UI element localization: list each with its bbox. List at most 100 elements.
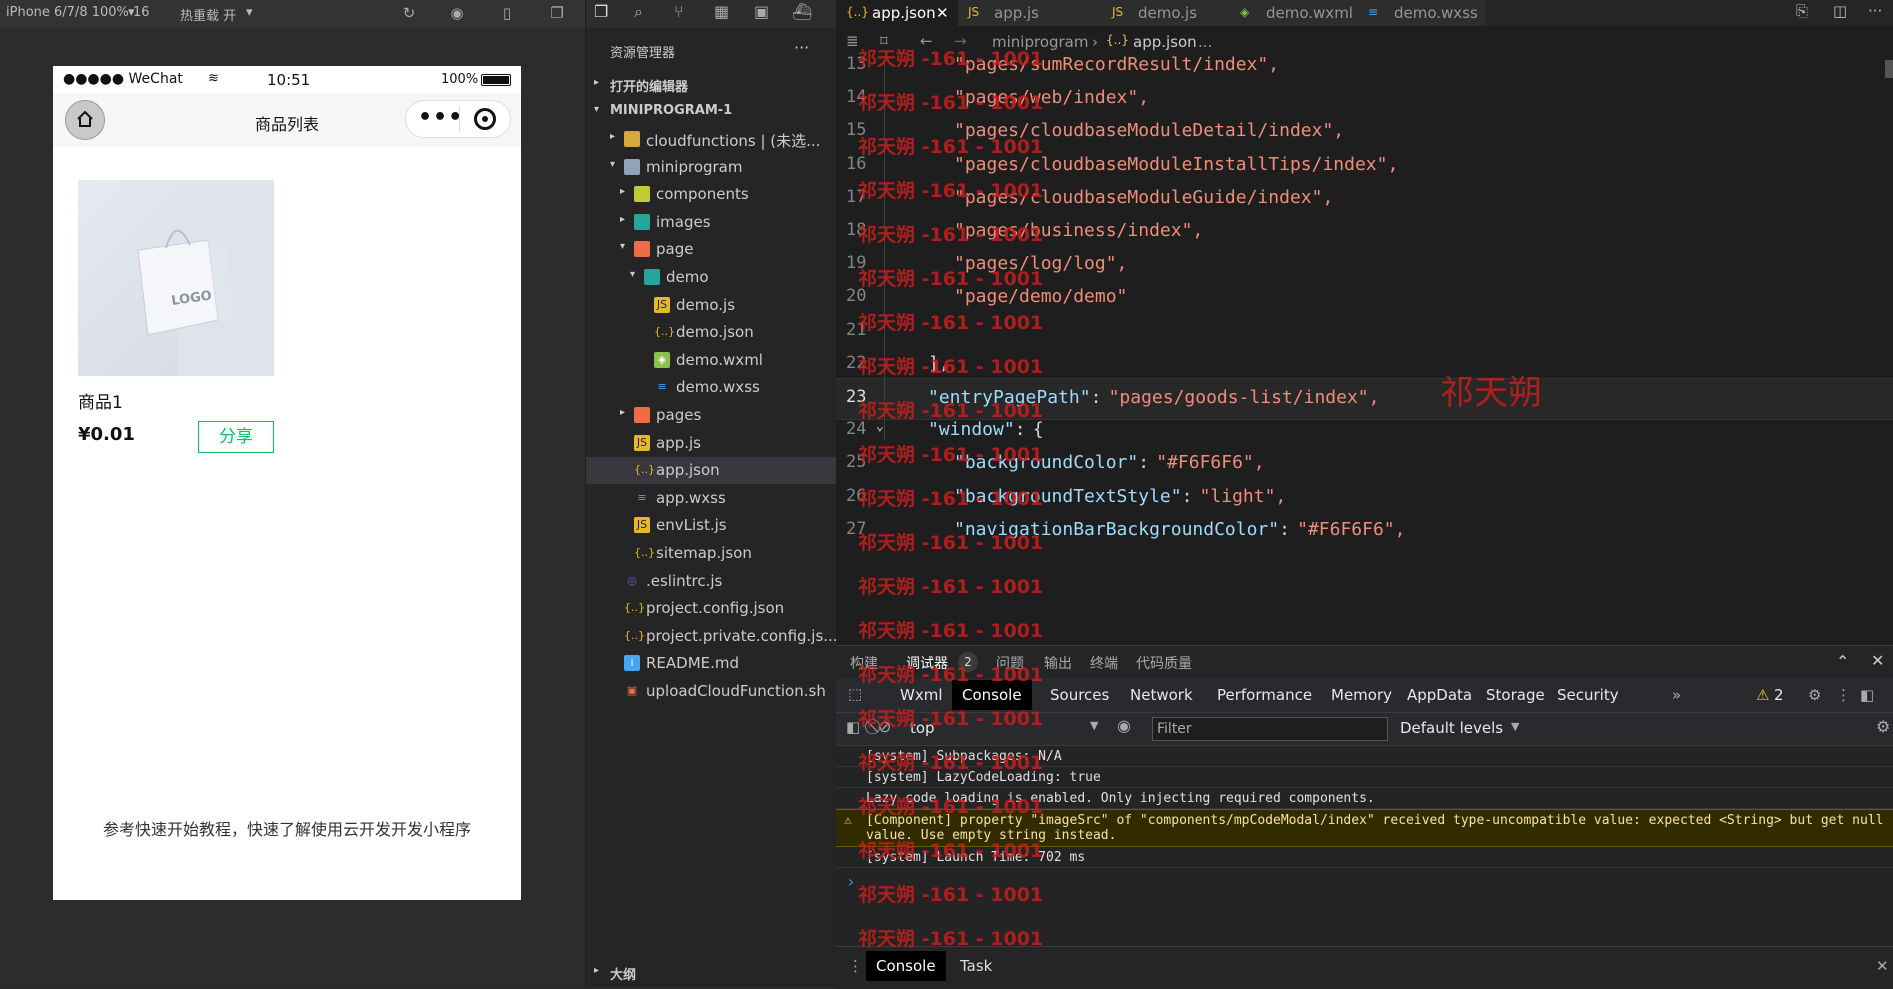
debug-tab[interactable]: 代码质量 (1136, 653, 1192, 673)
device-dropdown-icon[interactable]: ▾ (128, 5, 135, 20)
devtools-tab[interactable]: Security (1557, 686, 1619, 704)
drawer-tab[interactable]: Console (866, 951, 946, 981)
context-dropdown-icon[interactable]: ▼ (1090, 719, 1098, 732)
debug-tab[interactable]: 问题 (996, 653, 1024, 673)
debug-tab[interactable]: 终端 (1090, 653, 1118, 673)
files-icon[interactable]: ❐ (594, 2, 608, 21)
console-prompt[interactable]: › (846, 872, 856, 891)
git-branch-icon[interactable]: ⑂ (674, 2, 684, 21)
cloud-icon[interactable]: ▣ (754, 2, 769, 21)
product-image[interactable]: LOGO (78, 180, 274, 376)
hot-reload-toggle[interactable]: 热重载 开 (180, 5, 236, 24)
explorer-more-button[interactable]: ··· (794, 38, 809, 57)
tree-item[interactable]: ◈ demo.wxml (586, 347, 836, 374)
drawer-menu-icon[interactable]: ⋮ (848, 957, 863, 975)
more-menu-button[interactable]: ••• (418, 105, 463, 130)
devtools-tab[interactable]: Storage (1486, 686, 1545, 704)
console-settings-icon[interactable]: ⚙ (1876, 717, 1890, 736)
tree-item[interactable]: JS envList.js (586, 512, 836, 539)
tree-item[interactable]: i README.md (586, 650, 836, 677)
stop-icon[interactable]: ◉ (448, 4, 466, 22)
docker-icon[interactable]: ⛴ (792, 2, 812, 21)
tree-item[interactable]: ▸ cloudfunctions | (未选... (586, 126, 836, 153)
tree-item-label: project.config.json (646, 599, 785, 618)
devtools-tab[interactable]: Wxml (900, 686, 943, 704)
console-message[interactable]: [system] Launch Time: 702 ms (836, 847, 1893, 868)
devtools-tab[interactable]: Network (1130, 686, 1193, 704)
filter-input[interactable]: Filter (1152, 717, 1388, 741)
devtools-tab[interactable]: Memory (1331, 686, 1392, 704)
close-panel-icon[interactable]: ✕ (1871, 651, 1884, 670)
phone-icon[interactable]: ▯ (498, 4, 516, 22)
hot-reload-dropdown-icon[interactable]: ▾ (246, 5, 253, 20)
share-button[interactable]: 分享 (198, 421, 274, 453)
project-section[interactable]: ▾ MINIPROGRAM-1 (586, 99, 836, 126)
close-tab-icon[interactable]: ✕ (936, 4, 949, 22)
more-tabs-button[interactable]: » (1672, 686, 1681, 704)
split-editor-icon[interactable]: ◫ (1833, 2, 1847, 20)
dock-icon[interactable]: ◧ (1860, 686, 1874, 704)
close-miniprogram-button[interactable] (474, 108, 496, 130)
popout-icon[interactable]: ❐ (548, 4, 566, 22)
levels-dropdown-icon[interactable]: ▼ (1511, 720, 1519, 733)
editor-tab[interactable]: JS app.js (958, 0, 1103, 26)
code-line[interactable]: 27 "navigationBarBackgroundColor": "#F6F6F… (836, 511, 1893, 551)
editor-tab[interactable]: {..} app.json ✕ (836, 0, 959, 26)
chevron-up-icon[interactable]: ⌃ (1836, 652, 1849, 671)
tree-item[interactable]: ▸ pages (586, 402, 836, 429)
tree-item[interactable]: ◎ .eslintrc.js (586, 568, 836, 595)
tree-item[interactable]: {..} sitemap.json (586, 540, 836, 567)
devtools-tab[interactable]: Console (952, 680, 1032, 710)
sidebar-toggle-icon[interactable]: ◧ (846, 718, 860, 736)
extensions-icon[interactable]: ▦ (714, 2, 729, 21)
tree-item[interactable]: {..} demo.json (586, 319, 836, 346)
editor-tab[interactable]: ≡ demo.wxss (1358, 0, 1487, 26)
quickstart-tip[interactable]: 参考快速开始教程，快速了解使用云开发开发小程序 (53, 816, 521, 840)
tree-item[interactable]: {..} project.private.config.js... (586, 623, 836, 650)
debug-tab[interactable]: 调试器 (906, 653, 948, 673)
search-icon[interactable]: ⌕ (634, 2, 643, 22)
open-editors-section[interactable]: ▸ 打开的编辑器 (586, 72, 836, 99)
tree-item[interactable]: ▾ miniprogram (586, 154, 836, 181)
editor-tab[interactable]: ◈ demo.wxml (1230, 0, 1359, 26)
fold-chevron-icon[interactable]: ⌄ (876, 419, 884, 434)
warning-icon[interactable]: ⚠ (1756, 686, 1769, 704)
tree-item[interactable]: ▾ page (586, 236, 836, 263)
devtools-tab[interactable]: Sources (1050, 686, 1109, 704)
tree-item[interactable]: ≡ demo.wxss (586, 374, 836, 401)
console-message[interactable]: [system] LazyCodeLoading: true (836, 767, 1893, 788)
tree-item[interactable]: ▸ components (586, 181, 836, 208)
devtools-tab[interactable]: AppData (1407, 686, 1472, 704)
drawer-tab[interactable]: Task (960, 957, 992, 975)
tree-item[interactable]: ▣ uploadCloudFunction.sh (586, 678, 836, 705)
devtools-tab[interactable]: Performance (1217, 686, 1312, 704)
outline-section[interactable]: ▸ 大纲 (586, 960, 836, 987)
scrollbar-thumb[interactable] (1885, 60, 1893, 78)
log-levels-dropdown[interactable]: Default levels (1400, 719, 1503, 737)
console-message[interactable]: Lazy code loading is enabled. Only injec… (836, 788, 1893, 809)
clear-console-button[interactable]: ⊘ (878, 717, 891, 736)
eye-icon[interactable]: ◉ (1117, 716, 1131, 735)
debug-tab[interactable]: 构建 (850, 653, 878, 673)
tree-item[interactable]: JS demo.js (586, 292, 836, 319)
inspect-element-icon[interactable]: ⬚ (848, 685, 862, 703)
tree-item[interactable]: {..} app.json (586, 457, 836, 485)
devtools-settings-icon[interactable]: ⚙ (1808, 686, 1821, 704)
tree-item[interactable]: ▸ images (586, 209, 836, 236)
tree-item[interactable]: ≡ app.wxss (586, 485, 836, 512)
devtools-menu-icon[interactable]: ⋮ (1836, 686, 1851, 704)
context-selector[interactable]: top (910, 719, 935, 737)
tree-item[interactable]: JS app.js (586, 430, 836, 457)
drawer-close-icon[interactable]: ✕ (1876, 957, 1889, 975)
console-output[interactable]: [system] Subpackages: N/A [system] LazyCo… (836, 746, 1893, 946)
warning-count[interactable]: 2 (1774, 686, 1784, 704)
console-warning[interactable]: ⚠ [Component] property "imageSrc" of "com… (836, 809, 1893, 847)
open-changes-icon[interactable]: ⎘ (1796, 2, 1808, 20)
debug-tab[interactable]: 输出 (1044, 653, 1072, 673)
tree-item[interactable]: ▾ demo (586, 264, 836, 291)
refresh-icon[interactable]: ↻ (400, 4, 418, 22)
editor-tab[interactable]: JS demo.js (1102, 0, 1231, 26)
console-message[interactable]: [system] Subpackages: N/A (836, 746, 1893, 767)
more-actions-icon[interactable]: ··· (1868, 2, 1882, 20)
tree-item[interactable]: {..} project.config.json (586, 595, 836, 622)
